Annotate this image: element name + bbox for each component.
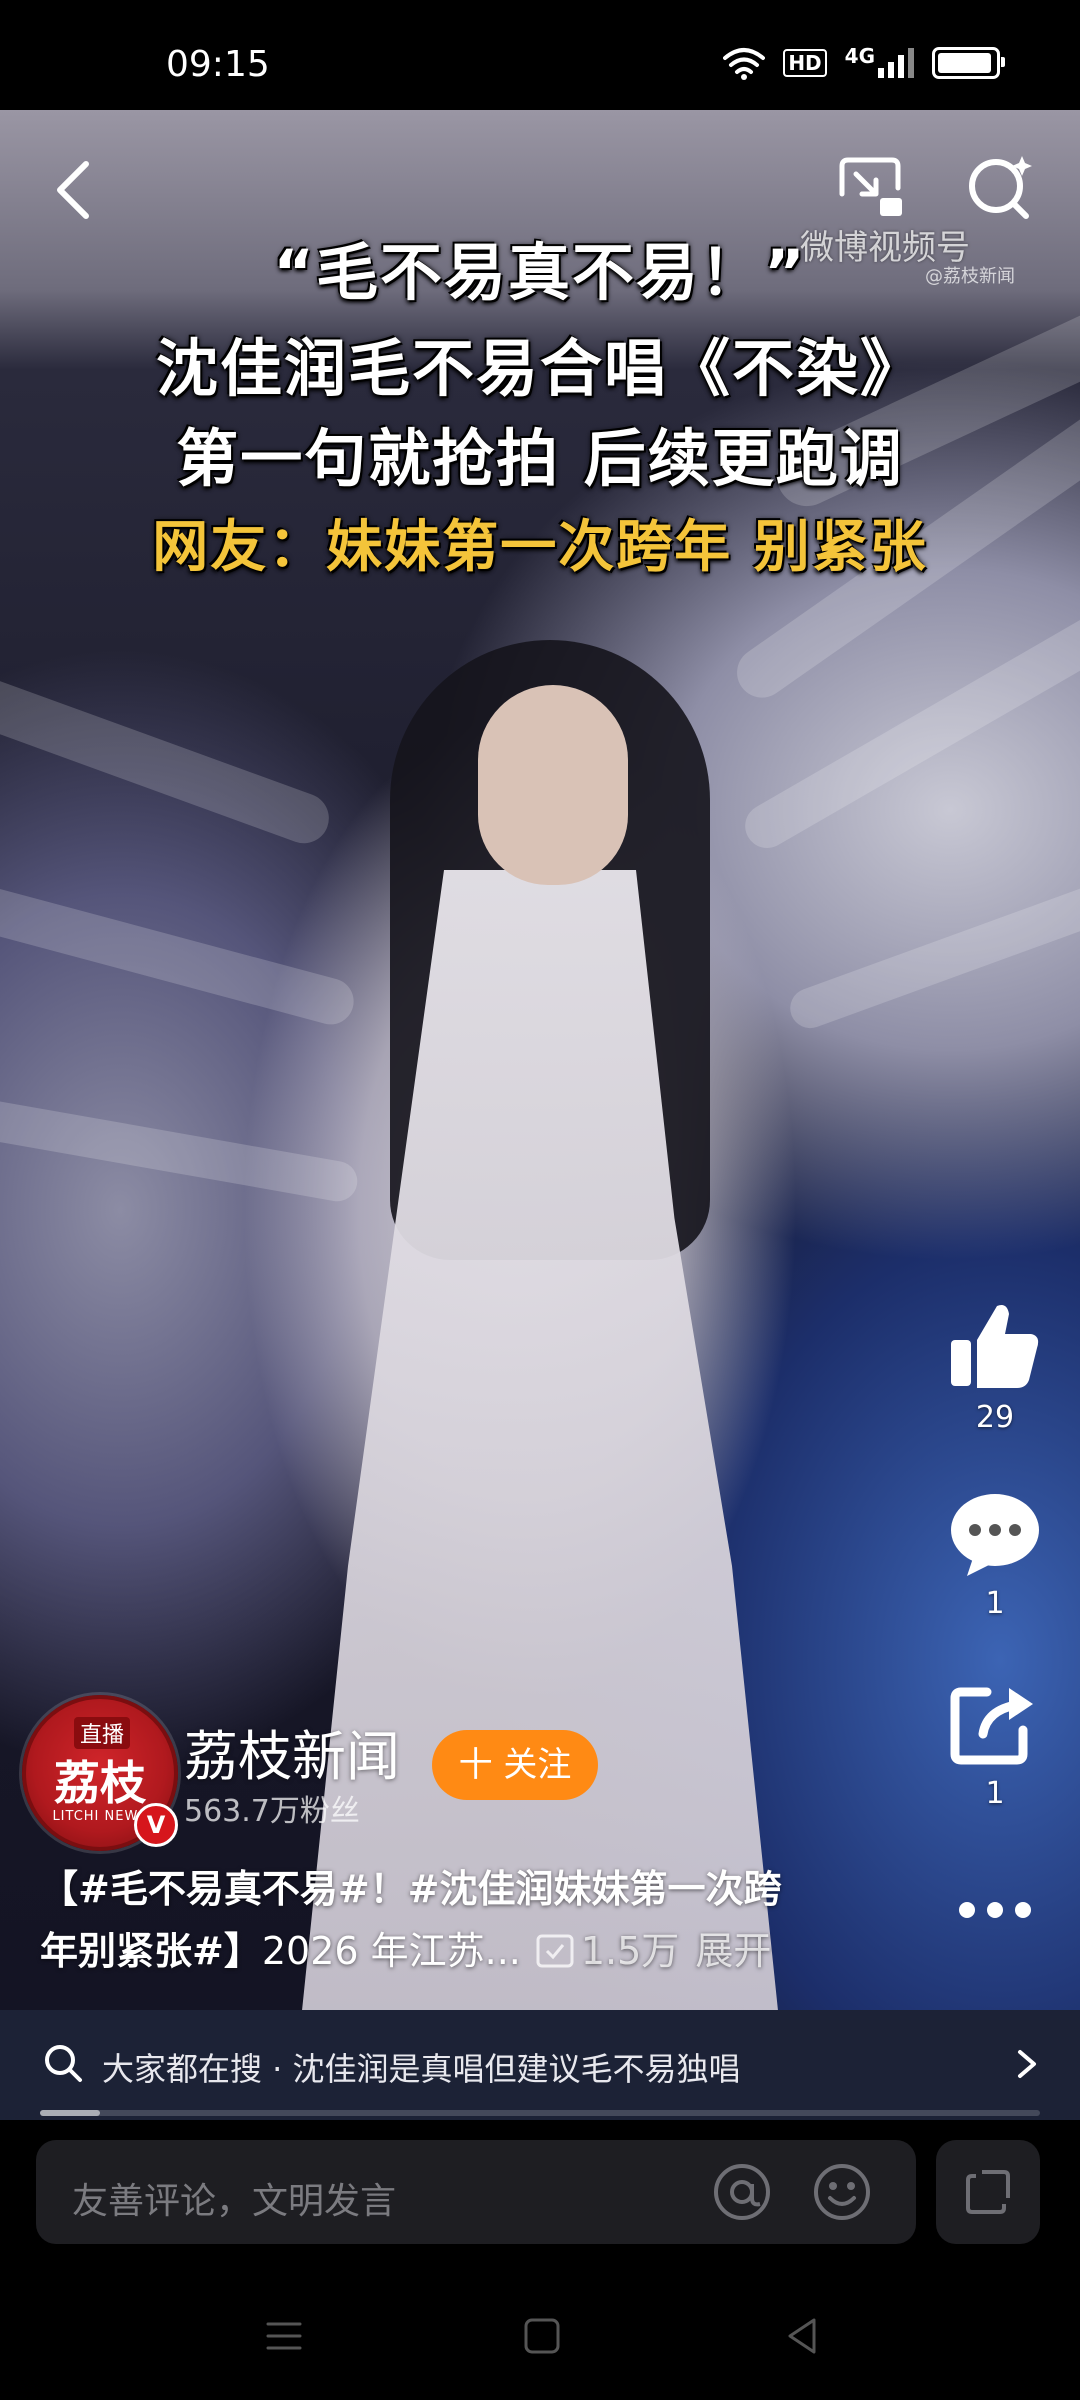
status-icons: HD 4G — [723, 44, 1005, 80]
description-hashtag-end: 年别紧张#】 — [40, 1929, 262, 1973]
back-button[interactable] — [40, 150, 120, 230]
expand-icon — [966, 2170, 1010, 2214]
search-suggestion-text: 大家都在搜 · 沈佳润是真唱但建议毛不易独唱 — [102, 2050, 741, 2088]
description-line-2: 年别紧张#】 2026 年江苏... 1.5万 展开 — [40, 1920, 880, 1982]
hd-badge: HD — [783, 49, 827, 77]
thumbs-up-icon — [951, 1305, 1039, 1388]
verified-icon: V — [134, 1803, 178, 1847]
comment-icon — [951, 1494, 1039, 1576]
comment-count: 1 — [985, 1586, 1005, 1621]
search-suggestion-bar[interactable]: 大家都在搜 · 沈佳润是真唱但建议毛不易独唱 — [0, 2010, 1080, 2120]
caption-line-4: 网友：妹妹第一次跨年 别紧张 — [152, 515, 928, 580]
share-button[interactable]: 1 — [940, 1680, 1050, 1811]
view-count: 1.5万 — [580, 1929, 680, 1973]
emoji-icon[interactable] — [812, 2162, 872, 2222]
comment-placeholder: 友善评论，文明发言 — [72, 2181, 397, 2222]
fans-count: 563.7万粉丝 — [184, 1794, 360, 1829]
menu-icon[interactable] — [264, 2316, 304, 2356]
watermark-account: @荔枝新闻 — [925, 266, 1015, 287]
battery-level — [938, 53, 991, 73]
chevron-left-icon — [57, 161, 89, 219]
share-count: 1 — [985, 1776, 1005, 1811]
comment-input[interactable]: 友善评论，文明发言 — [36, 2140, 916, 2244]
status-bar: 09:15 HD 4G — [0, 0, 1080, 110]
video-progress-bar[interactable] — [40, 2110, 1040, 2116]
description-text: 2026 年江苏... — [261, 1929, 521, 1973]
comment-button[interactable]: 1 — [940, 1490, 1050, 1621]
status-time: 09:15 — [166, 44, 270, 85]
author-avatar[interactable]: 直播 荔枝 LITCHI NEWS V — [22, 1695, 178, 1851]
description-line-1: 【#毛不易真不易#！#沈佳润妹妹第一次跨 — [40, 1867, 782, 1911]
author-name[interactable]: 荔枝新闻 — [184, 1712, 400, 1791]
chevron-right-icon — [1018, 2050, 1036, 2078]
at-mention-icon[interactable] — [712, 2162, 772, 2222]
play-count-icon — [536, 1934, 574, 1968]
caption-line-3: 第一句就抢拍 后续更跑调 — [176, 422, 904, 495]
share-icon — [950, 1687, 1033, 1765]
expand-button[interactable]: 展开 — [695, 1920, 771, 1982]
search-icon — [969, 156, 1032, 219]
search-button[interactable] — [960, 148, 1040, 228]
wifi-icon — [723, 48, 766, 80]
avatar-logo: 荔枝 — [54, 1756, 146, 1810]
like-count: 29 — [975, 1400, 1015, 1435]
network-type: 4G — [844, 44, 875, 68]
cast-button[interactable] — [830, 148, 910, 228]
like-button[interactable]: 29 — [940, 1300, 1050, 1435]
follow-button[interactable]: 十 关注 — [432, 1730, 598, 1800]
home-icon[interactable] — [522, 2316, 562, 2356]
system-navigation-bar — [0, 2280, 1080, 2400]
fullscreen-button[interactable] — [936, 2140, 1040, 2244]
cast-icon — [839, 157, 902, 216]
cellular-icon: 4G — [845, 44, 914, 78]
more-icon — [959, 1902, 1031, 1918]
live-badge: 直播 — [74, 1717, 131, 1749]
caption-line-2: 沈佳润毛不易合唱《不染》 — [155, 332, 924, 405]
comment-bar: 友善评论，文明发言 — [0, 2120, 1080, 2280]
singer-face — [478, 685, 628, 885]
video-progress-fill — [40, 2110, 100, 2116]
more-button[interactable] — [940, 1900, 1050, 1924]
battery-icon — [932, 47, 1005, 79]
video-description[interactable]: 【#毛不易真不易#！#沈佳润妹妹第一次跨 年别紧张#】 2026 年江苏... … — [40, 1858, 880, 1982]
search-icon — [45, 2045, 82, 2082]
back-nav-icon[interactable] — [782, 2316, 822, 2356]
